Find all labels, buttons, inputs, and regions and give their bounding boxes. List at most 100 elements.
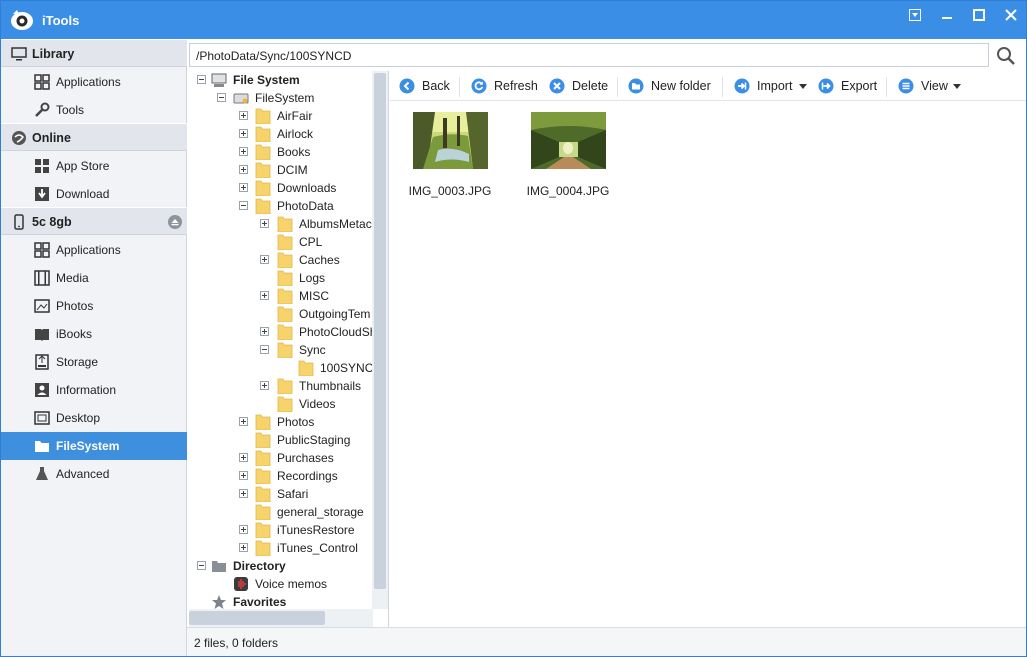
tree-label: Thumbnails	[299, 379, 362, 393]
tree-vertical-scrollbar[interactable]	[372, 71, 388, 609]
tree-folder[interactable]: Books	[189, 143, 388, 161]
tree-label: Downloads	[277, 181, 337, 195]
expand-icon[interactable]	[239, 129, 248, 138]
collapse-icon[interactable]	[197, 75, 206, 84]
folder-icon	[298, 360, 314, 377]
expand-icon[interactable]	[260, 327, 269, 336]
sidebar-item-information[interactable]: Information	[1, 376, 187, 404]
expand-icon[interactable]	[239, 543, 248, 552]
file-item[interactable]: IMG_0004.JPG	[520, 112, 616, 212]
sidebar-item-label: Applications	[56, 243, 121, 257]
tree-folder[interactable]: Purchases	[189, 449, 388, 467]
expand-icon[interactable]	[239, 183, 248, 192]
sidebar-item-download[interactable]: Download	[1, 180, 187, 208]
sidebar-item-storage[interactable]: Storage	[1, 348, 187, 376]
tree-label: FileSystem	[255, 91, 315, 105]
expand-icon[interactable]	[260, 219, 269, 228]
menu-dropdown-button[interactable]	[900, 1, 930, 29]
path-field[interactable]: /PhotoData/Sync/100SYNCD	[189, 43, 989, 67]
tree-directory[interactable]: Directory	[189, 557, 388, 575]
tree-folder[interactable]: iTunesRestore	[189, 521, 388, 539]
expand-icon[interactable]	[239, 453, 248, 462]
tree-folder[interactable]: iTunes_Control	[189, 539, 388, 557]
collapse-icon[interactable]	[239, 201, 248, 210]
sidebar-item-app-store[interactable]: App Store	[1, 152, 187, 180]
sidebar-item-filesystem[interactable]: FileSystem	[1, 432, 187, 460]
expand-icon[interactable]	[239, 471, 248, 480]
tree-folder[interactable]: Sync	[189, 341, 388, 359]
expand-icon[interactable]	[239, 165, 248, 174]
sidebar-item-applications-device[interactable]: Applications	[1, 236, 187, 264]
tree-folder[interactable]: Safari	[189, 485, 388, 503]
sidebar-item-tools[interactable]: Tools	[1, 96, 187, 124]
search-icon[interactable]	[995, 45, 1017, 67]
tree-folder[interactable]: PhotoData	[189, 197, 388, 215]
status-text: 2 files, 0 folders	[194, 636, 279, 650]
itools-logo-icon	[11, 10, 33, 30]
tree-folder[interactable]: Caches	[189, 251, 388, 269]
minimize-button[interactable]	[932, 1, 962, 29]
sidebar-section-library[interactable]: Library	[1, 39, 187, 67]
tree-folder-selected[interactable]: 100SYNCD	[189, 359, 388, 377]
folder-icon	[255, 198, 271, 215]
expand-icon[interactable]	[239, 489, 248, 498]
tree-root[interactable]: File System	[189, 71, 388, 89]
expand-icon[interactable]	[239, 417, 248, 426]
expand-icon[interactable]	[239, 525, 248, 534]
flask-icon	[36, 467, 48, 480]
tree-folder[interactable]: PublicStaging	[189, 431, 388, 449]
expand-icon[interactable]	[260, 291, 269, 300]
photo-thumbnail	[413, 112, 488, 169]
eject-icon[interactable]	[168, 215, 182, 229]
sidebar-item-label: Advanced	[56, 467, 110, 481]
tree-folder[interactable]: Thumbnails	[189, 377, 388, 395]
folder-icon	[255, 504, 271, 521]
title-bar: iTools	[1, 1, 1026, 39]
scrollbar-thumb[interactable]	[189, 611, 325, 625]
folder-icon	[255, 450, 271, 467]
sidebar-item-media[interactable]: Media	[1, 264, 187, 292]
sidebar-item-photos[interactable]: Photos	[1, 292, 187, 320]
scrollbar-thumb[interactable]	[374, 73, 386, 589]
tree-folder[interactable]: Videos	[189, 395, 388, 413]
tree-folder[interactable]: PhotoCloudSh	[189, 323, 388, 341]
tree-label: PublicStaging	[277, 433, 351, 447]
tree-folder[interactable]: DCIM	[189, 161, 388, 179]
sidebar-item-ibooks[interactable]: iBooks	[1, 320, 187, 348]
tree-folder[interactable]: MISC	[189, 287, 388, 305]
collapse-icon[interactable]	[197, 561, 206, 570]
sidebar-item-desktop[interactable]: Desktop	[1, 404, 187, 432]
close-button[interactable]	[996, 1, 1026, 29]
sidebar-section-device[interactable]: 5c 8gb	[1, 207, 187, 235]
tree-folder[interactable]: Recordings	[189, 467, 388, 485]
tree-folder[interactable]: Logs	[189, 269, 388, 287]
collapse-icon[interactable]	[217, 93, 226, 102]
tree-folder[interactable]: Airlock	[189, 125, 388, 143]
tree-folder[interactable]: OutgoingTem	[189, 305, 388, 323]
sidebar-item-advanced[interactable]: Advanced	[1, 460, 187, 488]
tree-folder[interactable]: AlbumsMetac	[189, 215, 388, 233]
tree-label: PhotoData	[277, 199, 334, 213]
sidebar-item-applications[interactable]: Applications	[1, 68, 187, 96]
tree-filesystem[interactable]: FileSystem	[189, 89, 388, 107]
tree-folder[interactable]: Downloads	[189, 179, 388, 197]
sidebar-section-online[interactable]: Online	[1, 123, 187, 151]
tree-folder[interactable]: CPL	[189, 233, 388, 251]
tree-label: Sync	[299, 343, 326, 357]
tree-horizontal-scrollbar[interactable]	[189, 609, 373, 627]
tree-folder[interactable]: AirFair	[189, 107, 388, 125]
tree-voice-memos[interactable]: Voice memos	[189, 575, 388, 593]
tree-folder[interactable]: Photos	[189, 413, 388, 431]
expand-icon[interactable]	[239, 111, 248, 120]
file-item[interactable]: IMG_0003.JPG	[402, 112, 498, 212]
collapse-icon[interactable]	[260, 345, 269, 354]
expand-icon[interactable]	[239, 147, 248, 156]
maximize-button[interactable]	[964, 1, 994, 29]
back-arrow-icon	[399, 78, 415, 94]
folder-tree: File System FileSystem AirFair Airlock Books…	[189, 71, 389, 627]
expand-icon[interactable]	[260, 255, 269, 264]
tree-folder[interactable]: general_storage	[189, 503, 388, 521]
folder-icon	[277, 252, 293, 269]
expand-icon[interactable]	[260, 381, 269, 390]
folder-icon	[255, 432, 271, 449]
